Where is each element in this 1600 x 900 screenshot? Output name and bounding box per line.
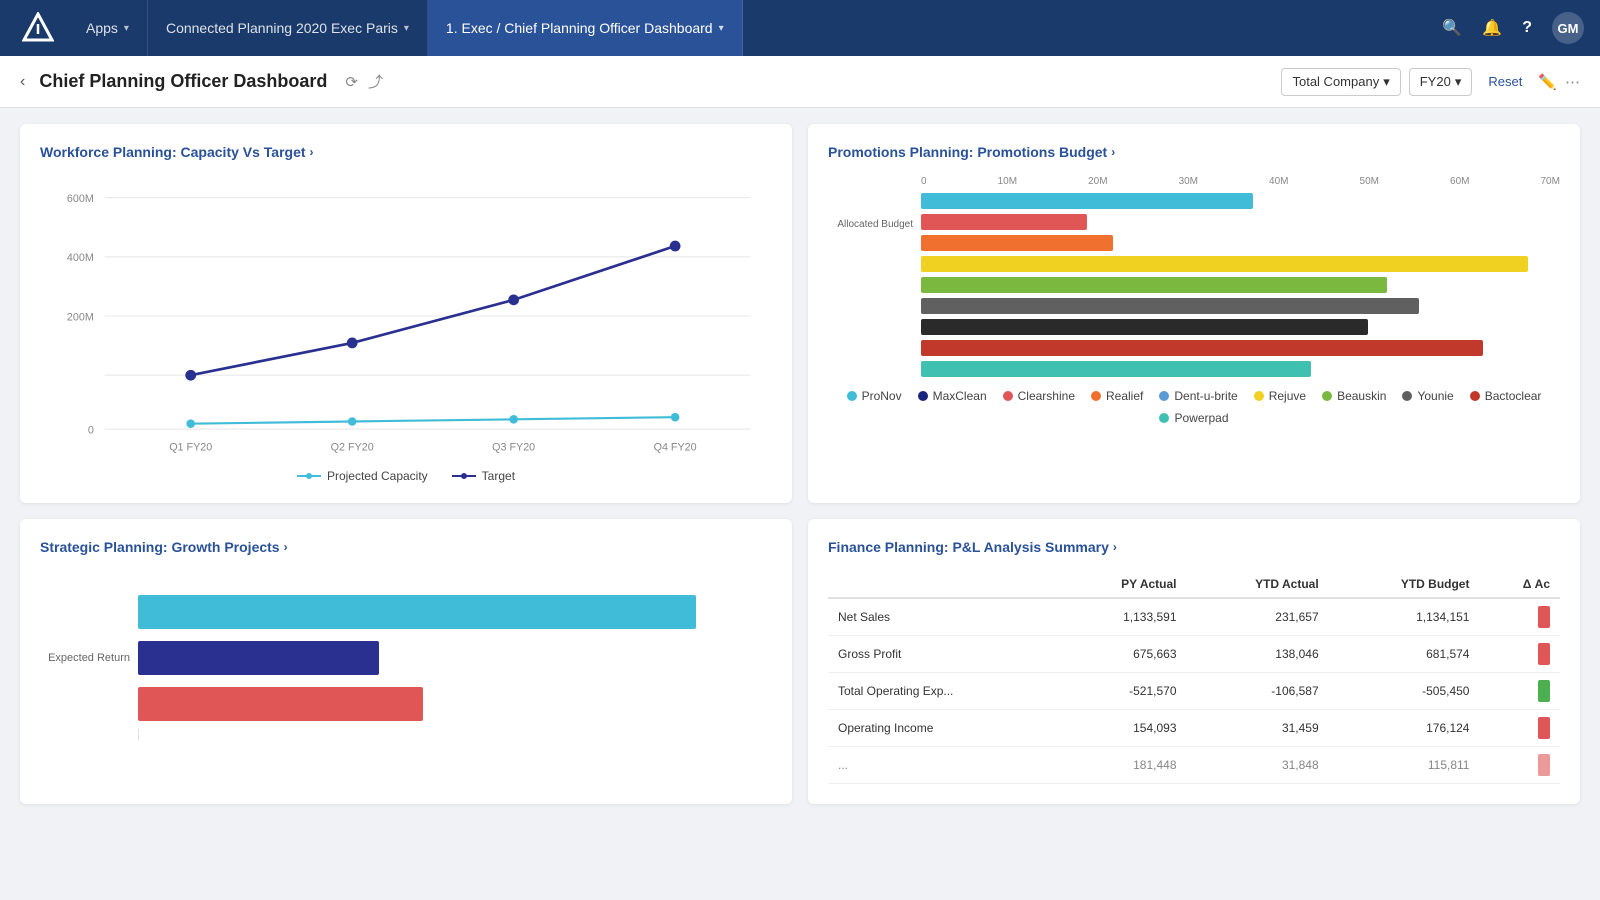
legend-dent-u-brite: Dent-u-brite: [1159, 389, 1237, 403]
chevron-right-icon: ›: [284, 540, 288, 554]
nav-tab-exec[interactable]: 1. Exec / Chief Planning Officer Dashboa…: [428, 0, 743, 56]
table-row: Gross Profit 675,663 138,046 681,574: [828, 636, 1560, 673]
legend-powerpad: Powerpad: [1159, 411, 1228, 425]
legend-pronov: ProNov: [847, 389, 902, 403]
legend-projected: Projected Capacity: [297, 469, 428, 483]
legend-rejuve: Rejuve: [1254, 389, 1306, 403]
total-company-filter[interactable]: Total Company ▾: [1281, 68, 1400, 96]
workforce-line-chart: 600M 400M 200M 0 Q1 FY20 Q2 FY20 Q3 FY20…: [40, 176, 772, 456]
table-row: Net Sales 1,133,591 231,657 1,134,151: [828, 598, 1560, 636]
row-label: Gross Profit: [828, 636, 1058, 673]
svg-text:Q3 FY20: Q3 FY20: [492, 442, 535, 454]
nav-connected-label: Connected Planning 2020 Exec Paris: [166, 20, 398, 36]
row-label: Operating Income: [828, 710, 1058, 747]
legend-younie: Younie: [1402, 389, 1453, 403]
nav-apps-label: Apps: [86, 20, 118, 36]
strategic-card: Strategic Planning: Growth Projects › Ex…: [20, 519, 792, 804]
workforce-legend: Projected Capacity Target: [40, 469, 772, 483]
nav-exec-label: 1. Exec / Chief Planning Officer Dashboa…: [446, 20, 713, 36]
search-icon[interactable]: 🔍: [1442, 18, 1462, 38]
page-title: Chief Planning Officer Dashboard: [39, 71, 327, 92]
nav-tab-connected[interactable]: Connected Planning 2020 Exec Paris ▾: [148, 0, 428, 56]
finance-table-header: PY Actual YTD Actual YTD Budget Δ Ac: [828, 571, 1560, 598]
nav-right-actions: 🔍 🔔 ? GM: [1442, 12, 1584, 44]
svg-text:600M: 600M: [67, 193, 94, 205]
top-nav: Apps ▾ Connected Planning 2020 Exec Pari…: [0, 0, 1600, 56]
svg-text:0: 0: [88, 424, 94, 436]
chevron-down-icon: ▾: [124, 23, 129, 34]
strategic-card-title[interactable]: Strategic Planning: Growth Projects ›: [40, 539, 772, 555]
workforce-card: Workforce Planning: Capacity Vs Target ›…: [20, 124, 792, 503]
chevron-right-icon: ›: [310, 145, 314, 159]
workforce-card-title[interactable]: Workforce Planning: Capacity Vs Target ›: [40, 144, 772, 160]
legend-bactoclear: Bactoclear: [1470, 389, 1542, 403]
chevron-down-icon: ▾: [404, 23, 409, 34]
finance-card-title[interactable]: Finance Planning: P&L Analysis Summary ›: [828, 539, 1560, 555]
legend-clearshine: Clearshine: [1003, 389, 1075, 403]
promotions-legend: ProNov MaxClean Clearshine Realief Dent-…: [828, 389, 1560, 425]
notification-icon[interactable]: 🔔: [1482, 18, 1502, 38]
chevron-right-icon: ›: [1113, 540, 1117, 554]
strategic-bars: [138, 595, 772, 721]
help-icon[interactable]: ?: [1522, 19, 1532, 37]
promotions-card: Promotions Planning: Promotions Budget ›…: [808, 124, 1580, 503]
sub-header: ‹ Chief Planning Officer Dashboard ⟳ ⤴ T…: [0, 56, 1600, 108]
promotions-card-title[interactable]: Promotions Planning: Promotions Budget ›: [828, 144, 1560, 160]
chevron-down-icon: ▾: [719, 23, 724, 34]
edit-icon[interactable]: ✏️: [1538, 73, 1557, 91]
col-ytd-actual: YTD Actual: [1187, 571, 1329, 598]
svg-text:Q1 FY20: Q1 FY20: [169, 442, 212, 454]
sub-header-filters: Total Company ▾ FY20 ▾ Reset ✏️ ⋯: [1281, 68, 1580, 96]
workforce-chart-area: 600M 400M 200M 0 Q1 FY20 Q2 FY20 Q3 FY20…: [40, 176, 772, 459]
table-row: ... 181,448 31,848 115,811: [828, 747, 1560, 784]
table-row: Total Operating Exp... -521,570 -106,587…: [828, 673, 1560, 710]
legend-maxclean: MaxClean: [918, 389, 987, 403]
chevron-down-icon: ▾: [1455, 74, 1462, 90]
svg-text:400M: 400M: [67, 252, 94, 264]
table-row: Operating Income 154,093 31,459 176,124: [828, 710, 1560, 747]
legend-target: Target: [452, 469, 515, 483]
svg-text:200M: 200M: [67, 311, 94, 323]
svg-text:Q4 FY20: Q4 FY20: [654, 442, 697, 454]
chevron-down-icon: ▾: [1383, 74, 1390, 90]
share-icon[interactable]: ⤴: [368, 71, 383, 92]
refresh-icon[interactable]: ⟳: [345, 73, 358, 91]
main-content: Workforce Planning: Capacity Vs Target ›…: [0, 108, 1600, 820]
app-logo[interactable]: [16, 6, 60, 50]
nav-tab-apps[interactable]: Apps ▾: [68, 0, 148, 56]
avatar[interactable]: GM: [1552, 12, 1584, 44]
reset-button[interactable]: Reset: [1480, 69, 1530, 94]
col-ytd-budget: YTD Budget: [1329, 571, 1480, 598]
svg-text:Q2 FY20: Q2 FY20: [331, 442, 374, 454]
fy20-filter[interactable]: FY20 ▾: [1409, 68, 1473, 96]
finance-table: PY Actual YTD Actual YTD Budget Δ Ac Net…: [828, 571, 1560, 784]
promotions-bars: [921, 193, 1560, 377]
col-delta: Δ Ac: [1479, 571, 1560, 598]
row-label: Net Sales: [828, 598, 1058, 636]
finance-card: Finance Planning: P&L Analysis Summary ›…: [808, 519, 1580, 804]
more-icon[interactable]: ⋯: [1565, 73, 1580, 91]
chevron-right-icon: ›: [1111, 145, 1115, 159]
legend-realief: Realief: [1091, 389, 1143, 403]
legend-beauskin: Beauskin: [1322, 389, 1386, 403]
col-py-actual: PY Actual: [1058, 571, 1186, 598]
row-label: ...: [828, 747, 1058, 784]
back-button[interactable]: ‹: [20, 73, 25, 91]
row-label: Total Operating Exp...: [828, 673, 1058, 710]
